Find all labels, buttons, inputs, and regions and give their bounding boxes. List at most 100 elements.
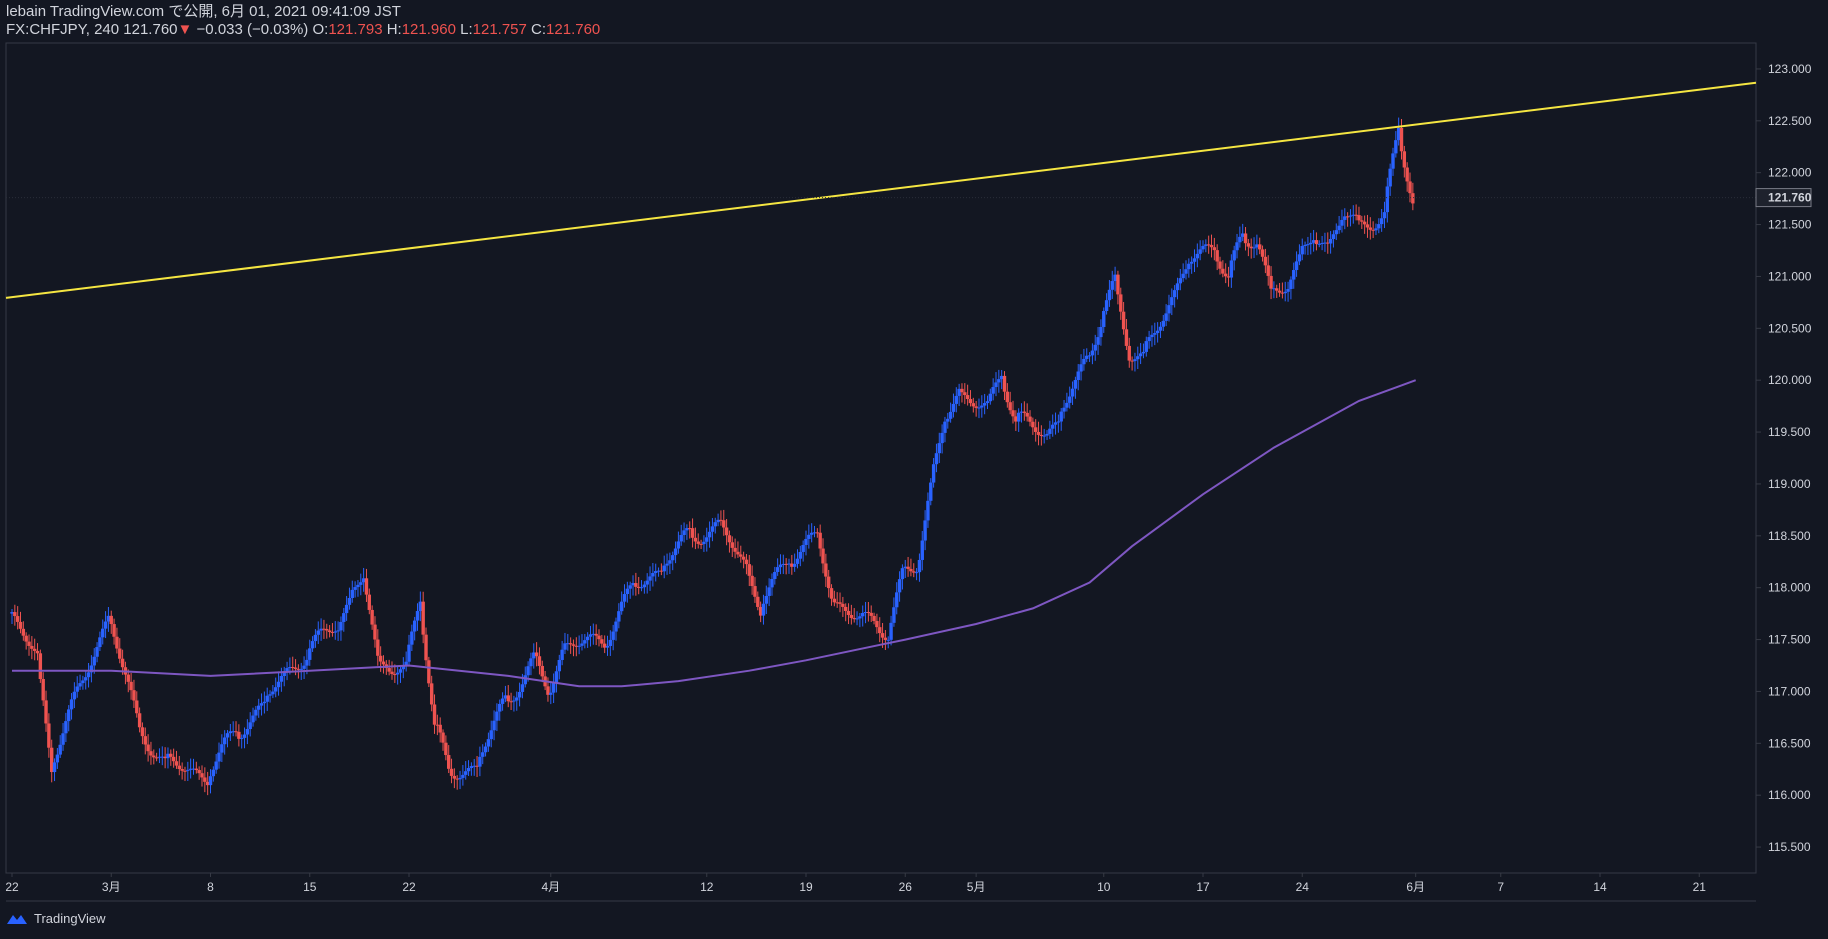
candle-body xyxy=(492,720,496,731)
candle-body xyxy=(1136,356,1140,360)
candle-body xyxy=(1042,435,1046,437)
candle-body xyxy=(750,575,754,587)
candle-body xyxy=(257,705,261,710)
y-tick-label: 116.000 xyxy=(1768,788,1811,802)
candle-body xyxy=(968,399,973,404)
moving-average-line[interactable] xyxy=(12,379,1417,688)
candle-body xyxy=(1087,355,1092,357)
candle-body xyxy=(682,530,686,536)
candle-body xyxy=(849,614,854,618)
candle-body xyxy=(285,668,289,672)
candle-body xyxy=(946,418,950,422)
candle-body xyxy=(696,541,700,544)
candle-body xyxy=(115,636,119,649)
candle-body xyxy=(13,612,17,617)
candle-body xyxy=(1399,127,1404,152)
candle-body xyxy=(651,573,655,577)
candle-body xyxy=(1022,411,1027,413)
candle-body xyxy=(982,403,987,406)
candle-body xyxy=(305,659,309,666)
candle-body xyxy=(438,724,442,733)
candle-body xyxy=(585,636,590,641)
candle-body xyxy=(600,639,604,644)
candle-body xyxy=(276,681,281,688)
candle-body xyxy=(38,653,43,680)
candle-body xyxy=(225,733,230,738)
candle-body xyxy=(1243,233,1248,244)
candle-body xyxy=(883,637,888,640)
candle-body xyxy=(917,559,922,573)
candle-body xyxy=(1138,353,1143,357)
candle-body xyxy=(838,602,842,604)
candle-body xyxy=(1266,265,1270,276)
candle-body xyxy=(778,564,783,568)
candle-body xyxy=(458,777,462,780)
candle-body xyxy=(152,755,156,758)
candle-body xyxy=(761,603,766,616)
candle-body xyxy=(526,666,530,676)
candle-body xyxy=(798,551,803,559)
x-tick-label: 10 xyxy=(1097,880,1111,894)
candle-body xyxy=(1385,186,1390,213)
candle-body xyxy=(878,627,882,634)
price-chart[interactable]: 115.500 116.000 116.500 117.000 117.500 118.0… xyxy=(0,0,1828,939)
candle-body xyxy=(316,630,320,635)
trendline[interactable] xyxy=(5,81,1757,299)
candle-body xyxy=(594,633,598,636)
candle-body xyxy=(347,598,352,605)
candle-body xyxy=(560,649,564,660)
candle-body xyxy=(665,563,669,566)
candle-body xyxy=(1062,407,1066,412)
candle-body xyxy=(739,554,743,557)
candle-body xyxy=(498,703,502,712)
candle-body xyxy=(775,567,780,572)
tradingview-brand[interactable]: TradingView xyxy=(6,911,106,926)
candle-body xyxy=(103,621,108,629)
candle-body xyxy=(1147,337,1151,342)
candle-body xyxy=(370,609,374,625)
candle-body xyxy=(1175,283,1180,291)
candle-body xyxy=(937,443,941,454)
candle-body xyxy=(1334,230,1338,235)
candle-body xyxy=(991,387,995,394)
candle-body xyxy=(52,762,57,773)
candle-body xyxy=(1394,140,1398,154)
candle-body xyxy=(1405,167,1409,182)
candle-body xyxy=(381,661,386,665)
candle-body xyxy=(1306,244,1310,246)
candle-body xyxy=(279,676,284,682)
candle-body xyxy=(274,687,278,692)
candle-body xyxy=(84,677,88,681)
candle-body xyxy=(1388,168,1392,187)
candle-body xyxy=(520,684,525,692)
candle-body xyxy=(713,522,717,527)
candle-body xyxy=(1328,238,1333,244)
candle-body xyxy=(1059,411,1063,422)
candle-body xyxy=(1269,275,1273,289)
candle-body xyxy=(1181,273,1185,279)
candle-body xyxy=(1116,274,1120,295)
candle-body xyxy=(1184,269,1188,274)
y-tick-label: 117.500 xyxy=(1768,633,1811,647)
candle-body xyxy=(1221,268,1225,274)
candle-body xyxy=(795,558,800,564)
candle-body xyxy=(872,615,876,621)
candle-body xyxy=(1408,181,1412,194)
candle-body xyxy=(61,733,65,745)
candle-body xyxy=(1365,224,1370,228)
candle-body xyxy=(1260,249,1265,257)
candle-body xyxy=(398,669,403,673)
y-tick-label: 116.500 xyxy=(1768,736,1811,750)
candle-body xyxy=(214,761,218,770)
candle-body xyxy=(951,403,956,412)
y-tick-label: 121.000 xyxy=(1768,269,1812,283)
candle-body xyxy=(441,732,445,743)
candle-body xyxy=(1201,245,1205,250)
candle-body xyxy=(1209,244,1214,248)
candle-body xyxy=(1340,219,1344,226)
candle-body xyxy=(41,679,45,701)
candle-body xyxy=(597,635,601,640)
candle-body xyxy=(727,535,732,543)
candle-body xyxy=(180,769,184,771)
candle-body xyxy=(710,526,715,532)
